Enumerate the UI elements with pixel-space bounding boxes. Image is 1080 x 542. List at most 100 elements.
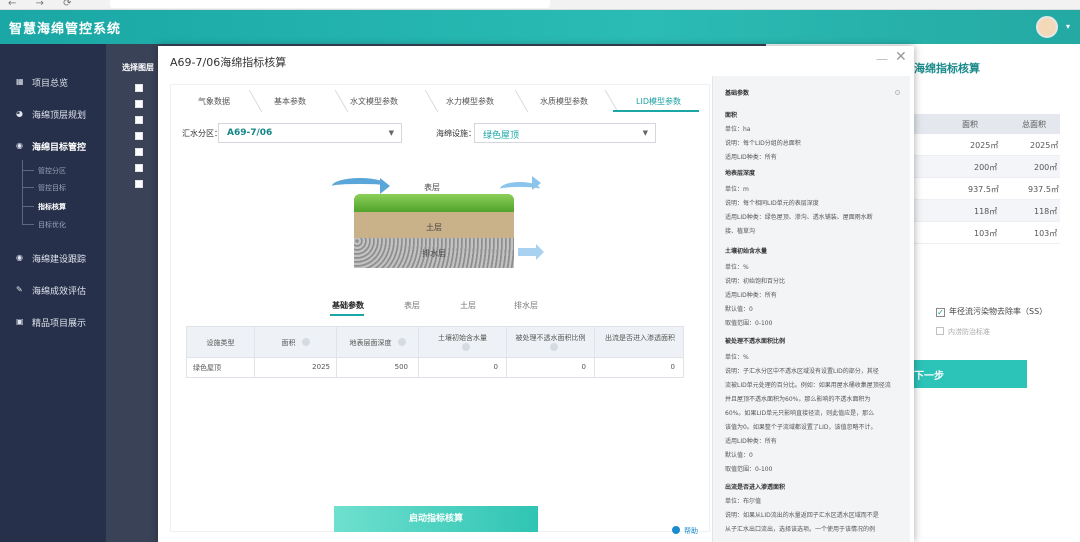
cell-impervious-ratio[interactable]: 0 xyxy=(507,358,595,378)
cell-soil-moisture[interactable]: 0 xyxy=(419,358,507,378)
user-avatar[interactable] xyxy=(1036,16,1058,38)
start-calculation-button[interactable]: 启动指标核算 xyxy=(334,506,538,532)
th-impervious-ratio: 被处理不透水面积比例 xyxy=(507,327,595,359)
subtab-basic[interactable]: 基础参数 xyxy=(332,300,364,311)
address-bar[interactable] xyxy=(110,0,550,8)
help-icon[interactable] xyxy=(301,338,310,346)
sidebar-item-evaluation[interactable]: ✎ 海绵成效评估 xyxy=(0,278,106,304)
flood-standard-checkbox[interactable]: 内涝防治标准 xyxy=(936,327,990,337)
submenu-item-indicator-calc[interactable]: 指标核算 xyxy=(38,202,66,212)
right-table-header: 面积 总面积 xyxy=(910,114,1060,134)
sidebar-item-showcase[interactable]: ▣ 精品项目展示 xyxy=(0,310,106,336)
browser-bar: ← → ⟳ xyxy=(0,0,1080,10)
help-icon[interactable] xyxy=(461,343,470,351)
sidebar-item-target-control[interactable]: ◉ 海绵目标管控 xyxy=(0,134,106,160)
browser-nav-icons[interactable]: ← → ⟳ xyxy=(8,0,80,9)
table-row: 200㎡ 200㎡ xyxy=(910,156,1060,178)
help-link[interactable]: 帮助 xyxy=(672,526,698,536)
submenu-dash xyxy=(22,170,34,171)
help-text: 适用LID种类：绿色屋顶、渗沟、透水铺装、屋面雨水断 xyxy=(725,214,873,221)
submenu-item-zones[interactable]: 管控分区 xyxy=(38,166,66,176)
surface-layer xyxy=(354,194,514,212)
cell-area[interactable]: 2025 xyxy=(255,358,337,378)
subtab-drain[interactable]: 排水层 xyxy=(514,300,538,311)
catchment-label: 汇水分区： xyxy=(182,129,222,138)
cell-text: 2025 xyxy=(312,363,330,371)
sidebar-item-construction[interactable]: ◉ 海绵建设跟踪 xyxy=(0,246,106,272)
step-navigation: 气象数据 基本参数 水文模型参数 水力模型参数 水质模型参数 LID模型参数 xyxy=(170,90,700,112)
help-text: 从子汇水出口流出，选择该选项。一个使用于该情况的例 xyxy=(725,526,876,533)
layer-checkbox[interactable] xyxy=(135,116,143,124)
surface-label: 表层 xyxy=(424,183,440,192)
cell-text: 0 xyxy=(493,363,498,371)
help-heading: 土壤初始含水量 xyxy=(725,248,768,255)
th-outflow-pervious: 出流是否进入渗透面积 xyxy=(595,327,685,359)
step-hydraulic-params[interactable]: 水力模型参数 xyxy=(432,90,529,112)
cell-total: 200㎡ xyxy=(1034,163,1058,172)
facility-select[interactable]: 绿色屋顶 ▼ xyxy=(474,123,656,143)
drain-outflow-arrow xyxy=(518,248,536,256)
help-text: 单位：ha xyxy=(725,126,751,133)
help-text: 流被LID单元处理的百分比。例如：如果用屋水桶收集屋顶径流 xyxy=(725,382,891,389)
minimize-icon[interactable]: — xyxy=(876,52,888,66)
layer-checkbox[interactable] xyxy=(135,180,143,188)
arrow-head xyxy=(532,176,541,190)
cell-outflow-pervious[interactable]: 0 xyxy=(595,358,685,378)
help-text: 适用LID种类：所有 xyxy=(725,292,777,299)
submenu-item-goals[interactable]: 管控目标 xyxy=(38,183,66,193)
help-icon[interactable] xyxy=(549,343,558,351)
checkbox-label: 年径流污染物去除率（SS） xyxy=(949,307,1048,316)
ss-removal-checkbox[interactable]: ✓ 年径流污染物去除率（SS） xyxy=(936,306,1047,317)
step-basic-params[interactable]: 基本参数 xyxy=(256,90,349,112)
th-soil-moisture: 土壤初始含水量 xyxy=(419,327,507,359)
step-weather[interactable]: 气象数据 xyxy=(170,90,263,112)
help-heading: 面积 xyxy=(725,112,738,119)
table-row: 118㎡ 118㎡ xyxy=(910,200,1060,222)
help-heading: 出流是否进入渗透面积 xyxy=(725,484,786,491)
layer-checkbox[interactable] xyxy=(135,164,143,172)
table-row: 2025㎡ 2025㎡ xyxy=(910,134,1060,156)
help-text: 取值范围：0-100 xyxy=(725,320,773,327)
active-step-indicator xyxy=(613,110,699,112)
step-lid-params[interactable]: LID模型参数 xyxy=(612,90,700,112)
caret-down-icon: ▼ xyxy=(388,129,394,137)
help-text: 并且屋顶不透水面积为60%，那么影响的不透水面积为 xyxy=(725,396,871,403)
cell-area: 118㎡ xyxy=(974,207,998,216)
th-area: 面积 xyxy=(255,327,337,359)
scroll-indicator-icon[interactable] xyxy=(895,90,900,95)
soil-label: 土层 xyxy=(426,223,442,232)
next-step-button[interactable]: 下一步 xyxy=(910,360,1027,388)
header-text: 土壤初始含水量 xyxy=(438,334,487,342)
facility-label: 海绵设施： xyxy=(436,129,476,138)
catchment-select[interactable]: A69-7/06 ▼ xyxy=(218,123,402,143)
step-label: 气象数据 xyxy=(198,97,230,106)
subtab-surface[interactable]: 表层 xyxy=(404,300,420,311)
sidebar-item-overview[interactable]: ▦ 项目总览 xyxy=(0,70,106,96)
layer-checkbox[interactable] xyxy=(135,100,143,108)
right-panel-title: 海绵指标核算 xyxy=(914,62,980,75)
help-text: 说明：子汇水分区中不透水区域没有设置LID的部分，其径 xyxy=(725,368,879,375)
subtab-soil[interactable]: 土层 xyxy=(460,300,476,311)
edit-icon: ✎ xyxy=(16,285,23,294)
dialog-content xyxy=(170,84,710,532)
cell-text: 0 xyxy=(581,363,586,371)
help-icon[interactable] xyxy=(397,338,406,346)
green-roof-diagram: 表层 土层 排水层 xyxy=(330,172,550,272)
step-water-quality-params[interactable]: 水质模型参数 xyxy=(522,90,619,112)
close-icon[interactable]: ✕ xyxy=(895,49,907,65)
chevron-down-icon[interactable]: ▾ xyxy=(1066,22,1070,31)
sidebar-item-label: 海绵顶层规划 xyxy=(32,111,87,121)
header-text: 被处理不透水面积比例 xyxy=(515,334,586,342)
help-icon xyxy=(672,526,680,534)
sidebar-item-label: 海绵建设跟踪 xyxy=(32,255,87,265)
cell-surface-depth[interactable]: 500 xyxy=(337,358,419,378)
help-text: 该值为0。如果整个子流域都设置了LID，该值忽略不计。 xyxy=(725,424,877,431)
layer-checkbox[interactable] xyxy=(135,148,143,156)
layer-checkbox[interactable] xyxy=(135,132,143,140)
layer-checkbox[interactable] xyxy=(135,84,143,92)
sidebar-item-planning[interactable]: ◕ 海绵顶层规划 xyxy=(0,102,106,128)
submenu-item-optimize[interactable]: 目标优化 xyxy=(38,220,66,230)
step-hydrology-params[interactable]: 水文模型参数 xyxy=(342,90,439,112)
sidebar-item-label: 海绵目标管控 xyxy=(32,143,87,153)
button-label: 下一步 xyxy=(914,371,944,382)
